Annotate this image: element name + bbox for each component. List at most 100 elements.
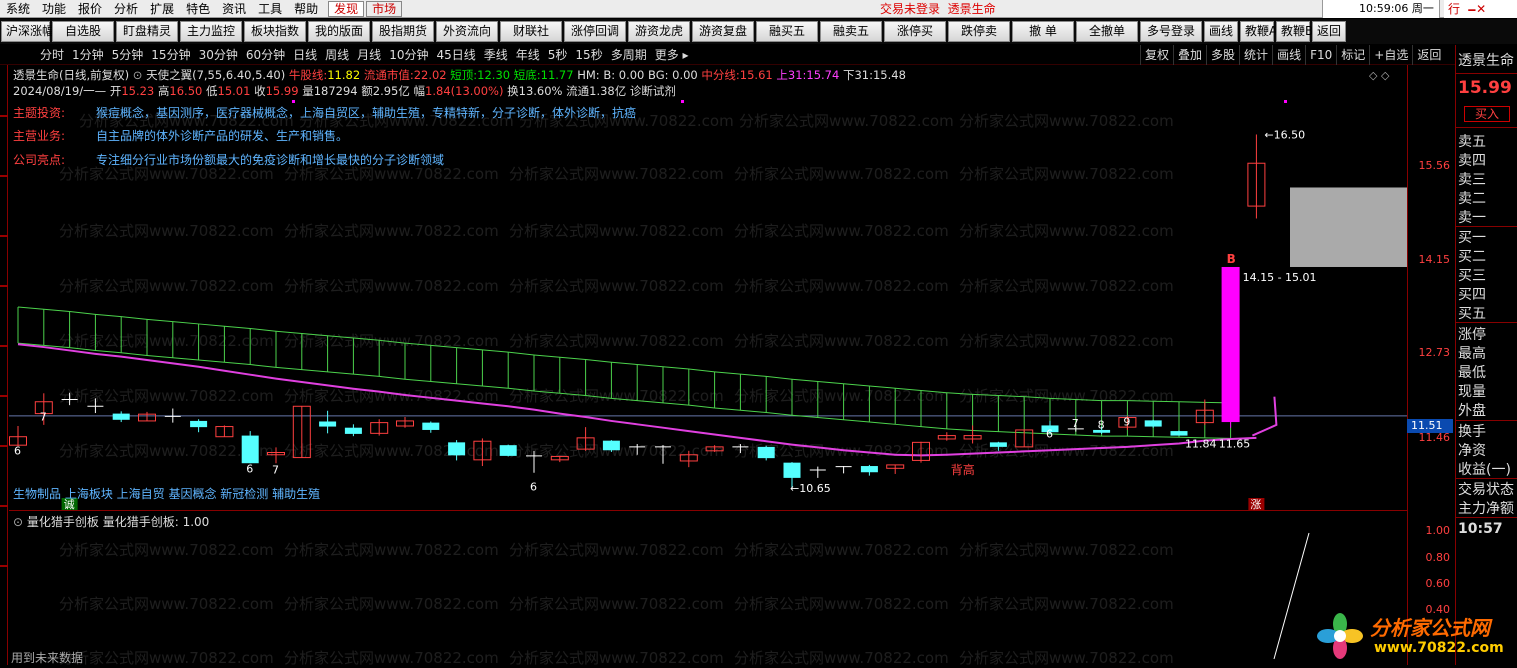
chart-tool-button[interactable]: 返回: [1412, 45, 1445, 65]
period-tab[interactable]: 60分钟: [242, 45, 289, 65]
sub-y-tick: 0.60: [1425, 577, 1451, 590]
toolbar-button[interactable]: 融卖五: [820, 21, 882, 42]
menu-item[interactable]: 工具: [252, 0, 288, 18]
sub-indicator-panel[interactable]: 分析家公式网www.70822.com 分析家公式网www.70822.com …: [9, 510, 1407, 667]
candle-body: [190, 420, 208, 428]
menu-item[interactable]: 扩展: [144, 0, 180, 18]
period-tab[interactable]: 月线: [353, 45, 385, 65]
chart-tool-button[interactable]: 画线: [1272, 45, 1305, 65]
toolbar-button[interactable]: 融买五: [756, 21, 818, 42]
toolbar-button[interactable]: 多号登录: [1140, 21, 1202, 42]
toolbar-button[interactable]: 外资流向: [436, 21, 498, 42]
period-tab[interactable]: 15分钟: [147, 45, 194, 65]
toolbar-button[interactable]: 游资龙虎: [628, 21, 690, 42]
period-tab[interactable]: 5秒: [544, 45, 572, 65]
site-logo: 分析家公式网 www.70822.com: [1312, 606, 1512, 664]
count-label: 6: [246, 462, 253, 475]
menu-item[interactable]: 系统: [0, 0, 36, 18]
candle-body: [241, 435, 259, 464]
chart-tool-button[interactable]: 多股: [1206, 45, 1239, 65]
toolbar-button[interactable]: 板块指数: [244, 21, 306, 42]
tab-discover[interactable]: 发现: [328, 0, 365, 17]
tab-market[interactable]: 市场: [366, 0, 403, 17]
toolbar-button[interactable]: 我的版面: [308, 21, 370, 42]
period-tab[interactable]: 5分钟: [108, 45, 148, 65]
period-tab[interactable]: 日线: [289, 45, 321, 65]
toolbar-button[interactable]: 股指期货: [372, 21, 434, 42]
menu-item[interactable]: 帮助: [288, 0, 324, 18]
toolbar-button[interactable]: 主力监控: [180, 21, 242, 42]
period-tab[interactable]: 15秒: [571, 45, 606, 65]
last-price: 15.99: [1458, 78, 1512, 98]
toolbar-button[interactable]: 自选股: [52, 21, 114, 42]
menu-item[interactable]: 资讯: [216, 0, 252, 18]
left-tab-divider: [0, 235, 8, 237]
toolbar-button[interactable]: 游资复盘: [692, 21, 754, 42]
candle-body: [1144, 420, 1162, 427]
buy-button[interactable]: 买入: [1464, 106, 1510, 122]
menu-item[interactable]: 分析: [108, 0, 144, 18]
period-tab[interactable]: 多周期: [607, 45, 651, 65]
concept-tags[interactable]: 生物制品 上海板块 上海自贸 基因概念 新冠检测 辅助生殖: [13, 485, 320, 502]
toolbar-button[interactable]: 沪深涨幅: [1, 21, 54, 42]
toolbar-button[interactable]: 盯盘精灵: [116, 21, 178, 42]
trade-panel-toggle[interactable]: 行 🗕✕: [1444, 0, 1517, 18]
y-tick: 15.56: [1418, 159, 1451, 172]
low-annotation: 11.65: [1219, 438, 1251, 451]
signal-line: [1273, 532, 1310, 660]
period-tab[interactable]: 45日线: [432, 45, 479, 65]
period-tab[interactable]: 年线: [512, 45, 544, 65]
buy-level: 买一: [1458, 230, 1486, 246]
toolbar-button[interactable]: 跌停卖: [948, 21, 1010, 42]
left-vertical-tabs[interactable]: [0, 65, 8, 665]
chart-tool-button[interactable]: F10: [1305, 45, 1336, 65]
candle-body: [783, 462, 801, 478]
signal-dot: [1284, 100, 1287, 103]
period-tab[interactable]: 周线: [321, 45, 353, 65]
chart-tool-button[interactable]: +自选: [1369, 45, 1412, 65]
sub-indicator-title[interactable]: ⊙ 量化猎手创板 量化猎手创板: 1.00: [13, 513, 209, 530]
count-label: 6: [530, 480, 537, 493]
candle-body: [989, 442, 1007, 447]
main-kline-panel[interactable]: 分析家公式网www.70822.com 分析家公式网www.70822.com …: [9, 65, 1407, 510]
period-tab[interactable]: 30分钟: [195, 45, 242, 65]
chart-tool-button[interactable]: 标记: [1336, 45, 1369, 65]
buy-signal-b: B: [1227, 252, 1236, 266]
stat-label: 净资: [1458, 443, 1486, 459]
menu-item[interactable]: 功能: [36, 0, 72, 18]
toolbar-button[interactable]: 撤 单: [1012, 21, 1074, 42]
stat-label: 现量: [1458, 384, 1486, 400]
profile-business: 主营业务: 自主品牌的体外诊断产品的研发、生产和销售。: [13, 129, 349, 143]
chart-tool-button[interactable]: 叠加: [1173, 45, 1206, 65]
toolbar-button[interactable]: 教鞭A: [1240, 21, 1277, 42]
price-axis: 15.56 14.15 12.73 11.46 11.51 1.00 0.80 …: [1407, 65, 1454, 665]
candle-body: [860, 466, 878, 473]
candle-body: [448, 442, 466, 456]
toolbar-button[interactable]: 画线: [1204, 21, 1238, 42]
candle-body: [422, 422, 440, 430]
period-tab[interactable]: 分时: [36, 45, 68, 65]
period-tab[interactable]: 季线: [480, 45, 512, 65]
toolbar-button[interactable]: 返回: [1312, 21, 1346, 42]
period-tab[interactable]: 1分钟: [68, 45, 108, 65]
count-label: 6: [1046, 427, 1053, 440]
period-tab[interactable]: 10分钟: [385, 45, 432, 65]
chart-tool-button[interactable]: 统计: [1239, 45, 1272, 65]
toolbar-button[interactable]: 涨停买: [884, 21, 946, 42]
toolbar-button[interactable]: 财联社: [500, 21, 562, 42]
menu-item[interactable]: 报价: [72, 0, 108, 18]
toolbar-button[interactable]: 涨停回调: [564, 21, 626, 42]
stock-name: 透景生命: [1458, 53, 1514, 69]
signal-dot: [681, 100, 684, 103]
logo-url: www.70822.com: [1374, 640, 1504, 656]
menu-item[interactable]: 特色: [180, 0, 216, 18]
logo-text: 分析家公式网: [1370, 616, 1490, 640]
period-tab[interactable]: 更多 ▸: [651, 45, 693, 65]
high-annotation: ←16.50: [1264, 128, 1305, 141]
toolbar-button[interactable]: 全撤单: [1076, 21, 1138, 42]
toolbar-button[interactable]: 教鞭B: [1276, 21, 1313, 42]
chart-tool-button[interactable]: 复权: [1140, 45, 1173, 65]
stat-label: 最低: [1458, 365, 1486, 381]
future-data-note: 用到未来数据: [11, 651, 84, 665]
buy-level: 买四: [1458, 287, 1486, 303]
